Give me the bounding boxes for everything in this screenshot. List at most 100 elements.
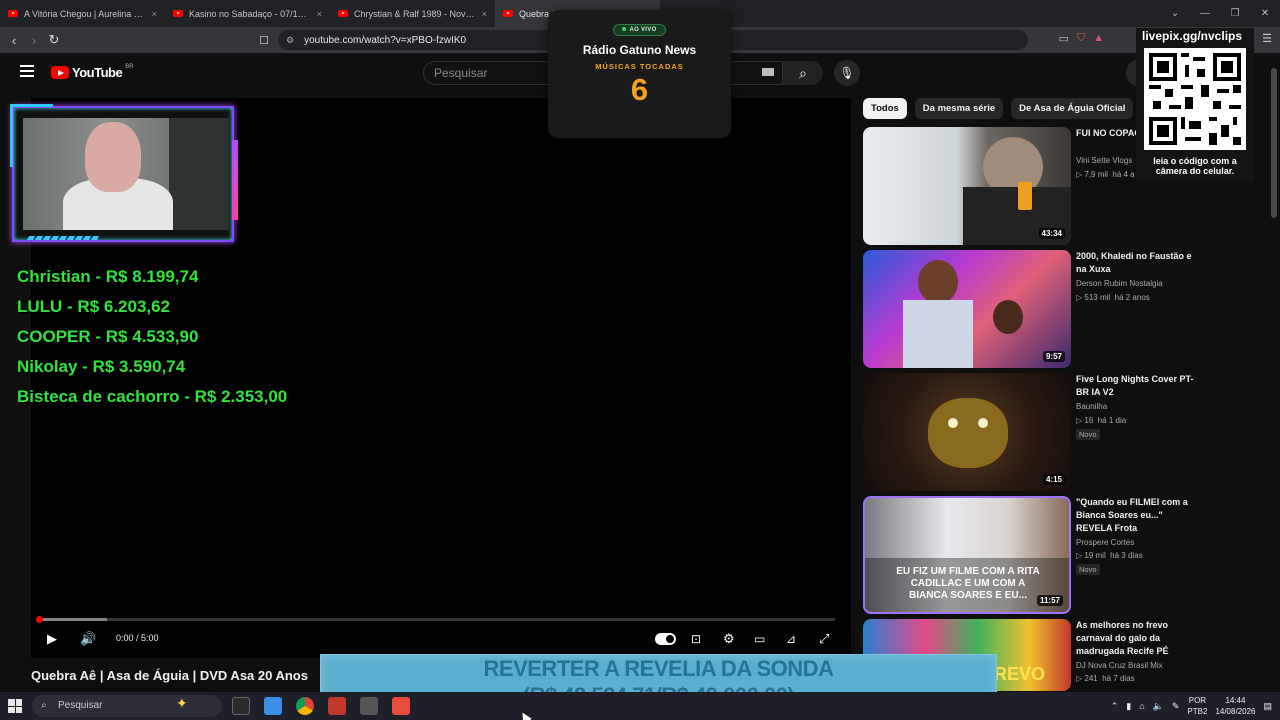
app-icon[interactable] [360, 697, 378, 715]
rewards-icon[interactable]: ▲ [1093, 32, 1104, 45]
live-badge: AO VIVO [613, 24, 666, 36]
search-button[interactable]: ⌕ [783, 61, 823, 85]
channel-name[interactable]: Prospere Cortes [1076, 538, 1134, 547]
search-icon: ⌕ [41, 700, 47, 711]
maximize-icon[interactable]: ❐ [1220, 0, 1250, 27]
pen-icon[interactable]: ✎ [1172, 701, 1180, 712]
channel-name[interactable]: Vini Sette Vlogs [1076, 156, 1132, 165]
browser-tab[interactable]: A Vitória Chegou | Aurelina Dourado × [0, 0, 165, 27]
store-app-icon[interactable] [264, 697, 282, 715]
play-icon[interactable]: ▶ [47, 631, 57, 647]
back-icon[interactable]: ‹ [4, 33, 24, 48]
chip-all[interactable]: Todos [863, 98, 907, 119]
taskbar-search[interactable]: ⌕ Pesquisar [32, 695, 222, 717]
donor-entry: LULU - R$ 6.203,62 [17, 297, 171, 316]
songs-played-count: 6 [630, 72, 649, 107]
chip-same-series[interactable]: Da mesma série [914, 98, 1004, 119]
cast-icon[interactable]: ⊿ [786, 631, 796, 647]
tab-title: A Vitória Chegou | Aurelina Dourado [24, 8, 146, 19]
webcam-frame [10, 104, 238, 242]
volume-icon[interactable]: 🔊 [80, 631, 96, 647]
tab-close-icon[interactable]: × [482, 9, 487, 19]
donor-entry: Christian - R$ 8.199,74 [17, 267, 199, 286]
settings-gear-icon[interactable]: ⚙ [723, 631, 735, 647]
radio-name: Rádio Gatuno News [582, 43, 697, 57]
system-tray: ⌃ ▮ ⌂ 🔈 ✎ POR PTB2 14:44 14/08/2026 ▤ [1111, 695, 1272, 717]
tray-app-icon[interactable]: ▮ [1126, 701, 1131, 712]
page-scrollbar[interactable] [1271, 58, 1277, 686]
speaker-icon[interactable]: 🔈 [1153, 701, 1164, 712]
goal-title: REVERTER A REVELIA DA SONDA [483, 656, 834, 681]
filter-chips: Todos Da mesma série De Asa de Águia Ofi… [863, 98, 1171, 119]
youtube-favicon-icon [338, 10, 348, 17]
menu-icon[interactable]: ☰ [1262, 32, 1272, 45]
scrubber-handle[interactable] [36, 616, 43, 623]
channel-name[interactable]: DJ Nova Cruz Brasil Mix [1076, 661, 1163, 670]
voice-search-button[interactable]: 🎙 [834, 60, 860, 86]
app-icon[interactable] [328, 697, 346, 715]
recommendation-item[interactable]: EU FIZ UM FILME COM A RITA CADILLAC E UM… [863, 496, 1203, 616]
tray-chevron-icon[interactable]: ⌃ [1111, 701, 1119, 712]
tab-title: Kasino no Sabadaço - 07/10/2006 - Y [189, 8, 311, 19]
app-icon[interactable] [392, 697, 410, 715]
buffered-bar [39, 618, 107, 621]
copilot-sparkle-icon[interactable]: ✦ [176, 695, 188, 712]
microphone-icon: 🎙 [839, 66, 855, 80]
video-duration: 11:57 [1036, 595, 1063, 606]
time-display: 0:00 / 5:00 [116, 633, 159, 643]
notifications-icon[interactable]: ▤ [1263, 701, 1272, 712]
brave-shield-icon[interactable]: ⛉ [1077, 32, 1085, 45]
youtube-logo-text: YouTube [72, 65, 123, 80]
webcam-feed [23, 118, 229, 230]
subtitles-icon[interactable]: ⊡ [691, 631, 701, 647]
reload-icon[interactable]: ↻ [44, 32, 64, 48]
recommendation-item[interactable]: 4:15 Five Long Nights Cover PT-BR IA V2 … [863, 373, 1203, 493]
tab-close-icon[interactable]: × [152, 9, 157, 19]
recommendation-item[interactable]: 9:57 2000, Khaledi no Faustão e na Xuxa … [863, 250, 1203, 370]
autoplay-toggle[interactable] [655, 633, 676, 645]
donor-entry: COOPER - R$ 4.533,90 [17, 327, 199, 346]
keyboard-icon[interactable] [762, 68, 774, 76]
forward-icon[interactable]: › [24, 33, 44, 48]
video-thumbnail[interactable]: 9:57 [863, 250, 1071, 368]
youtube-favicon-icon [503, 10, 513, 17]
video-meta: ▷ 7,9 mil há 4 a [1076, 170, 1135, 179]
channel-name[interactable]: Baunilha [1076, 402, 1107, 411]
video-title[interactable]: Five Long Nights Cover PT-BR IA V2 [1076, 373, 1199, 399]
fullscreen-icon[interactable]: ⤢ [819, 631, 829, 647]
network-icon[interactable]: ⌂ [1139, 701, 1144, 711]
video-thumbnail[interactable]: EU FIZ UM FILME COM A RITA CADILLAC E UM… [863, 496, 1071, 614]
guide-menu-icon[interactable] [20, 65, 34, 77]
language-indicator[interactable]: POR PTB2 [1187, 695, 1207, 717]
minimize-icon[interactable]: — [1190, 0, 1220, 27]
video-title[interactable]: "Quando eu FILMEI com a Bianca Soares eu… [1076, 496, 1199, 535]
browser-tab[interactable]: Kasino no Sabadaço - 07/10/2006 - Y × [165, 0, 330, 27]
bookmark-icon[interactable]: ☐ [254, 34, 274, 47]
video-title[interactable]: As melhores no frevo carnaval do galo da… [1076, 619, 1199, 658]
scrollbar-thumb[interactable] [1271, 68, 1277, 218]
youtube-favicon-icon [8, 10, 18, 17]
qr-caption: leia o código com a câmera do celular. [1153, 156, 1237, 176]
terminal-app-icon[interactable] [232, 697, 250, 715]
video-thumbnail[interactable]: 4:15 [863, 373, 1071, 491]
qr-code-icon [1144, 48, 1246, 150]
chrome-app-icon[interactable] [296, 697, 314, 715]
cast-icon[interactable]: ▭ [1059, 32, 1069, 45]
donor-entry: Bisteca de cachorro - R$ 2.353,00 [17, 387, 288, 406]
video-meta: ▷ 513 mil há 2 anos [1076, 293, 1150, 302]
close-window-icon[interactable]: ✕ [1250, 0, 1280, 27]
chip-channel[interactable]: De Asa de Águia Oficial [1011, 98, 1134, 119]
tab-search-icon[interactable]: ⌄ [1160, 0, 1190, 27]
progress-bar[interactable] [36, 616, 835, 623]
clock[interactable]: 14:44 14/08/2026 [1215, 695, 1255, 717]
channel-name[interactable]: Derson Rubim Nostalgia [1076, 279, 1163, 288]
video-title[interactable]: 2000, Khaledi no Faustão e na Xuxa [1076, 250, 1199, 276]
windows-start-icon[interactable] [8, 699, 22, 713]
theater-mode-icon[interactable]: ▭ [754, 631, 765, 647]
tab-close-icon[interactable]: × [317, 9, 322, 19]
youtube-logo[interactable]: YouTube BR [51, 64, 134, 80]
video-duration: 4:15 [1042, 474, 1065, 485]
video-thumbnail[interactable]: 43:34 [863, 127, 1071, 245]
browser-tab[interactable]: Chrystian & Ralf 1989 - Nova York - × [330, 0, 495, 27]
site-info-icon[interactable]: ⚙ [286, 35, 294, 46]
